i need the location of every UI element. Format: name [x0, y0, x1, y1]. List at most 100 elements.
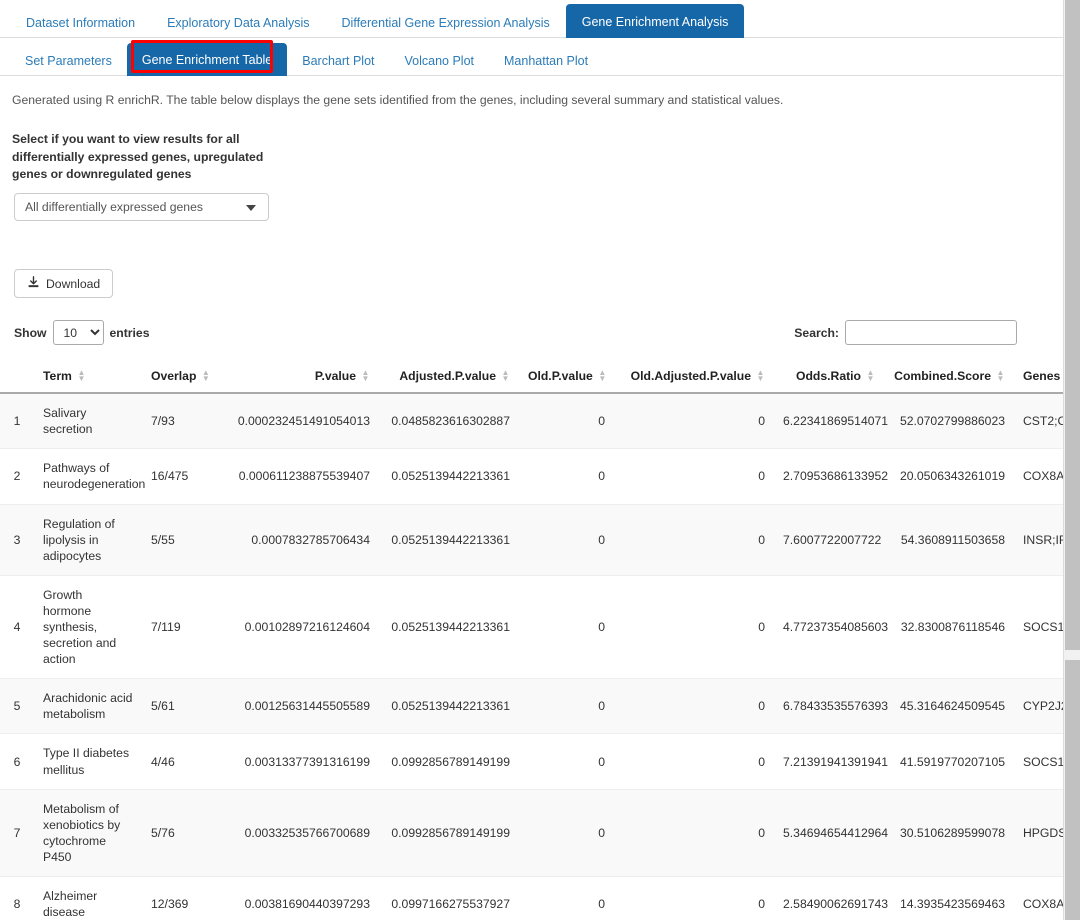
cell-term: Salivary secretion: [34, 393, 142, 450]
column-header-label: Term: [43, 369, 72, 384]
cell-overlap: 5/76: [142, 789, 214, 878]
app-root: Dataset Information Exploratory Data Anal…: [0, 0, 1080, 920]
column-header-genes: Genes: [1014, 360, 1063, 395]
cell-oldp: 0: [519, 504, 614, 576]
datatable-controls: Show 102550100 entries Search:: [0, 320, 1063, 350]
sort-icon[interactable]: ▲ ▼: [598, 368, 607, 382]
column-header-adjp[interactable]: Adjusted.P.value ▲ ▼: [379, 360, 519, 395]
cell-combined: 45.3164624509545: [884, 678, 1014, 735]
table-row[interactable]: 7 Metabolism of xenobiotics by cytochrome…: [0, 789, 1063, 878]
table-row[interactable]: 6 Type II diabetes mellitus 4/46 0.00313377…: [0, 733, 1063, 790]
entries-label: entries: [109, 325, 150, 340]
sort-icon[interactable]: ▲ ▼: [201, 368, 210, 382]
cell-adjp: 0.0525139442213361: [379, 504, 519, 576]
tab-gene-enrichment-analysis[interactable]: Gene Enrichment Analysis: [565, 3, 745, 38]
page-description: Generated using R enrichR. The table bel…: [12, 93, 784, 107]
gene-selector-label: Select if you want to view results for a…: [12, 132, 264, 182]
column-header-oldadjp[interactable]: Old.Adjusted.P.value ▲ ▼: [614, 360, 774, 395]
cell-pvalue: 0.00125631445505589: [214, 678, 379, 735]
download-button[interactable]: Download: [14, 269, 114, 299]
secondary-tabs-list: Set Parameters Gene Enrichment Table Barch…: [0, 38, 1063, 76]
column-header-idx: [0, 360, 34, 395]
column-header-label: Old.Adjusted.P.value: [630, 369, 751, 384]
subtab-gene-enrichment-table[interactable]: Gene Enrichment Table: [126, 42, 288, 76]
main-content: Generated using R enrichR. The table bel…: [0, 76, 1063, 920]
sort-icon[interactable]: ▲ ▼: [361, 368, 370, 382]
download-button-label: Download: [46, 276, 101, 291]
tab-differential-gene-expression-analysis[interactable]: Differential Gene Expression Analysis: [326, 6, 566, 39]
cell-overlap: 7/93: [142, 393, 214, 450]
download-icon: [27, 276, 40, 291]
enrichment-table-container: Term ▲ ▼ Overlap ▲ ▼ P.value ▲ ▼ Adjusted.P.value…: [0, 360, 1063, 920]
sort-icon[interactable]: ▲ ▼: [866, 368, 875, 382]
table-row[interactable]: 8 Alzheimer disease 12/369 0.00381690440397…: [0, 876, 1063, 920]
page-length-select[interactable]: 102550100: [52, 320, 104, 346]
vertical-scrollbar[interactable]: [1063, 0, 1080, 920]
cell-oldp: 0: [519, 393, 614, 450]
column-header-term[interactable]: Term ▲ ▼: [34, 360, 142, 395]
cell-oldp: 0: [519, 876, 614, 920]
cell-idx: 1: [0, 393, 34, 450]
cell-odds: 5.34694654412964: [774, 789, 888, 878]
column-header-label: Combined.Score: [894, 369, 991, 384]
cell-odds: 4.77237354085603: [774, 575, 888, 680]
cell-oldadjp: 0: [614, 575, 774, 680]
sort-icon[interactable]: ▲ ▼: [996, 368, 1005, 382]
cell-oldadjp: 0: [614, 876, 774, 920]
table-row[interactable]: 4 Growth hormone synthesis, secretion and…: [0, 575, 1063, 680]
gene-selector-dropdown[interactable]: All differentially expressed genes: [14, 193, 269, 222]
subtab-volcano-plot[interactable]: Volcano Plot: [390, 45, 490, 77]
cell-oldadjp: 0: [614, 733, 774, 790]
sort-icon[interactable]: ▲ ▼: [501, 368, 510, 382]
subtab-set-parameters[interactable]: Set Parameters: [10, 45, 127, 77]
column-header-label: Odds.Ratio: [795, 369, 861, 384]
cell-genes: COX8A;NDUFA1;PSMD8;CASP3: [1014, 876, 1063, 920]
column-header-odds[interactable]: Odds.Ratio ▲ ▼: [774, 360, 884, 395]
table-row[interactable]: 5 Arachidonic acid metabolism 5/61 0.001256…: [0, 678, 1063, 735]
cell-overlap: 16/475: [142, 448, 214, 505]
column-header-overlap[interactable]: Overlap ▲ ▼: [142, 360, 214, 395]
search-input[interactable]: [845, 320, 1017, 346]
cell-odds: 7.6007722007722: [774, 504, 884, 576]
cell-overlap: 12/369: [142, 876, 214, 920]
cell-odds: 7.21391941391941: [774, 733, 888, 790]
column-header-pvalue[interactable]: P.value ▲ ▼: [214, 360, 379, 395]
cell-idx: 4: [0, 575, 34, 680]
subtab-barchart-plot[interactable]: Barchart Plot: [287, 45, 389, 77]
page-length-control: Show 102550100 entries: [14, 320, 150, 346]
cell-pvalue: 0.00332535766700689: [214, 789, 379, 878]
cell-adjp: 0.0485823616302887: [379, 393, 519, 450]
search-label: Search:: [794, 325, 839, 340]
cell-pvalue: 0.000232451491054013: [214, 393, 379, 450]
cell-overlap: 7/119: [142, 575, 214, 680]
table-row[interactable]: 2 Pathways of neurodegeneration 16/475 0.00…: [0, 448, 1063, 505]
cell-odds: 6.78433535576393: [774, 678, 888, 735]
table-row[interactable]: 1 Salivary secretion 7/93 0.000232451491054…: [0, 393, 1063, 450]
cell-genes: SOCS1;INSR;IRS1;PRKCB: [1014, 733, 1063, 790]
sort-icon[interactable]: ▲ ▼: [77, 368, 86, 382]
cell-oldp: 0: [519, 789, 614, 878]
cell-pvalue: 0.00381690440397293: [214, 876, 379, 920]
scrollbar-thumb[interactable]: [1065, 0, 1080, 650]
cell-oldadjp: 0: [614, 678, 774, 735]
cell-idx: 6: [0, 733, 34, 790]
subtab-manhattan-plot[interactable]: Manhattan Plot: [489, 45, 603, 77]
cell-genes: CYP2J2;HPGDS;PTGS2;PLA2G4A: [1014, 678, 1063, 735]
cell-combined: 14.3935423569463: [884, 876, 1014, 920]
cell-term: Regulation of lipolysis in adipocytes: [34, 504, 142, 576]
tab-dataset-information[interactable]: Dataset Information: [10, 6, 151, 39]
primary-tabs-list: Dataset Information Exploratory Data Anal…: [0, 0, 1063, 38]
cell-term: Type II diabetes mellitus: [34, 733, 142, 790]
column-header-oldp[interactable]: Old.P.value ▲ ▼: [519, 360, 614, 395]
cell-oldp: 0: [519, 678, 614, 735]
table-row[interactable]: 3 Regulation of lipolysis in adipocytes 5/…: [0, 504, 1063, 576]
sort-icon[interactable]: ▲ ▼: [756, 368, 765, 382]
column-header-label: Overlap: [151, 369, 197, 384]
scrollbar-thumb-lower[interactable]: [1065, 660, 1080, 920]
column-header-combined[interactable]: Combined.Score ▲ ▼: [884, 360, 1014, 395]
cell-adjp: 0.0525139442213361: [379, 678, 519, 735]
tab-exploratory-data-analysis[interactable]: Exploratory Data Analysis: [151, 6, 325, 39]
cell-idx: 7: [0, 789, 34, 878]
table-header-row: Term ▲ ▼ Overlap ▲ ▼ P.value ▲ ▼ Adjusted.P.value…: [0, 360, 1063, 395]
cell-overlap: 5/61: [142, 678, 214, 735]
